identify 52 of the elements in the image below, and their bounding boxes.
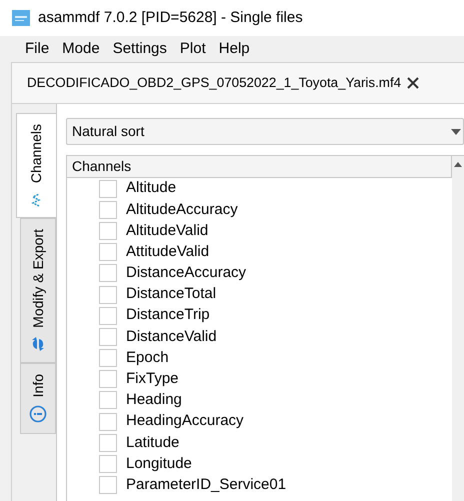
scrollbar[interactable] bbox=[452, 156, 464, 501]
checkbox[interactable] bbox=[99, 243, 117, 262]
checkbox[interactable] bbox=[99, 180, 117, 198]
menu-item[interactable]: Settings bbox=[112, 38, 167, 60]
channel-name: AltitudeValid bbox=[126, 220, 208, 241]
channel-name: FixType bbox=[126, 369, 179, 390]
channel-name: AltitudeAccuracy bbox=[126, 200, 238, 220]
menu-item[interactable]: Help bbox=[218, 38, 250, 60]
menu-item[interactable]: Plot bbox=[180, 38, 206, 60]
channel-name: Heading bbox=[126, 390, 182, 410]
scroll-up-icon[interactable] bbox=[454, 162, 462, 167]
info-icon bbox=[29, 405, 47, 424]
channel-name: HeadingAccuracy bbox=[126, 411, 244, 432]
channel-name: DistanceAccuracy bbox=[126, 263, 246, 284]
side-tab[interactable]: Channels bbox=[16, 113, 56, 218]
channel-name: DistanceTrip bbox=[126, 305, 210, 326]
checkbox[interactable] bbox=[99, 455, 117, 474]
channel-name: Longitude bbox=[126, 454, 192, 474]
close-icon[interactable] bbox=[407, 76, 420, 89]
checkbox[interactable] bbox=[99, 349, 117, 368]
checkbox[interactable] bbox=[99, 476, 117, 494]
side-tab[interactable]: Modify & Export bbox=[20, 218, 56, 363]
window-title: asammdf 7.0.2 [PID=5628] - Single files bbox=[38, 8, 303, 28]
channel-name: Altitude bbox=[126, 178, 176, 198]
menu-item[interactable]: File bbox=[25, 38, 50, 60]
channel-name: DistanceValid bbox=[126, 326, 217, 347]
channel-name: DistanceTotal bbox=[126, 284, 216, 304]
caret-icon bbox=[451, 128, 461, 134]
sort-combo[interactable]: Natural sort bbox=[66, 118, 464, 145]
checkbox[interactable] bbox=[99, 370, 117, 388]
checkbox[interactable] bbox=[99, 434, 117, 452]
file-tab[interactable]: DECODIFICADO_OBD2_GPS_07052022_1_Toyota_Yaris.mf4 bbox=[12, 72, 420, 94]
menu-item[interactable]: Mode bbox=[62, 38, 100, 60]
channel-name: AttitudeValid bbox=[126, 242, 210, 262]
side-tab-label: Modify & Export bbox=[28, 229, 47, 328]
checkbox[interactable] bbox=[99, 264, 117, 282]
checkbox[interactable] bbox=[99, 391, 117, 410]
side-tab-label: Channels bbox=[27, 124, 45, 184]
channel-name: ParameterID_Service01 bbox=[126, 474, 286, 495]
checkbox[interactable] bbox=[99, 328, 117, 346]
column-header[interactable]: Channels bbox=[67, 156, 452, 178]
channel-name: Epoch bbox=[126, 348, 169, 368]
checkbox[interactable] bbox=[99, 286, 117, 304]
app-logo-icon bbox=[12, 10, 30, 26]
checkbox[interactable] bbox=[99, 200, 117, 219]
checkbox[interactable] bbox=[99, 412, 117, 431]
side-tab[interactable]: Info bbox=[20, 362, 56, 434]
sync-arrows-icon bbox=[30, 336, 46, 352]
checkbox[interactable] bbox=[99, 306, 117, 325]
checkbox[interactable] bbox=[99, 222, 117, 240]
side-tab-label: Info bbox=[28, 374, 46, 398]
channel-name: Latitude bbox=[126, 432, 180, 453]
